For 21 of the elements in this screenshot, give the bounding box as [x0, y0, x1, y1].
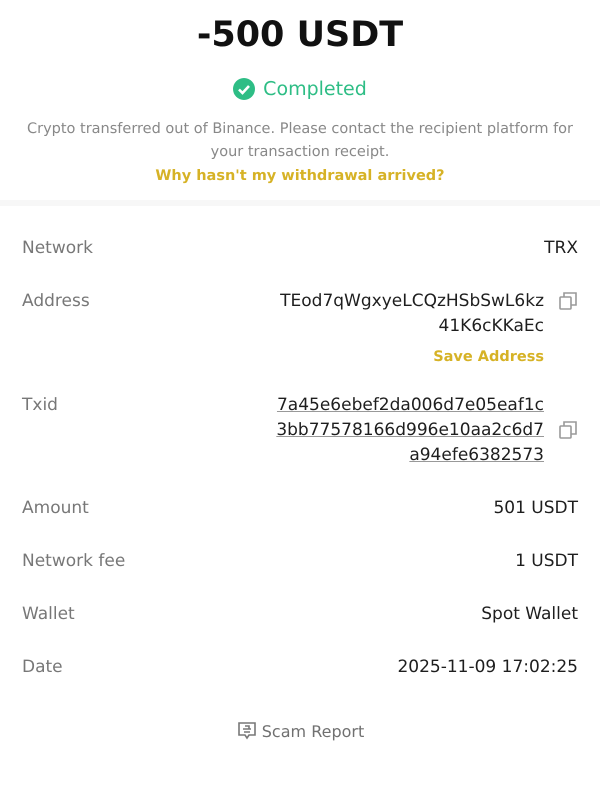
- detail-value: TRX: [544, 237, 578, 260]
- detail-label: Amount: [22, 497, 89, 520]
- detail-label: Network fee: [22, 550, 126, 573]
- detail-label: Address: [22, 290, 90, 313]
- address-value: TEod7qWgxyeLCQzHSbSwL6kz 41K6cKKaEc: [280, 290, 544, 338]
- amount-title: -500 USDT: [196, 14, 404, 56]
- detail-value: 2025-11-09 17:02:25: [397, 656, 578, 679]
- txid-link[interactable]: 7a45e6ebef2da006d7e05eaf1c 3bb77578166d996e10aa2c6d7 a94efe6382573: [276, 393, 544, 468]
- scam-report-link[interactable]: Scam Report: [236, 720, 364, 742]
- detail-label: Date: [22, 656, 63, 679]
- detail-value: Spot Wallet: [481, 603, 578, 626]
- transfer-message: Crypto transferred out of Binance. Please contact the recipient platform for your transaction receipt.: [26, 120, 574, 162]
- status-label: Completed: [263, 78, 367, 100]
- detail-value: 501 USDT: [493, 497, 578, 520]
- copy-icon[interactable]: [558, 420, 578, 440]
- report-icon: [236, 720, 258, 742]
- detail-value: 1 USDT: [515, 550, 578, 573]
- detail-label: Txid: [22, 394, 58, 417]
- copy-icon[interactable]: [558, 291, 578, 311]
- detail-label: Wallet: [22, 603, 75, 626]
- detail-label: Network: [22, 237, 93, 260]
